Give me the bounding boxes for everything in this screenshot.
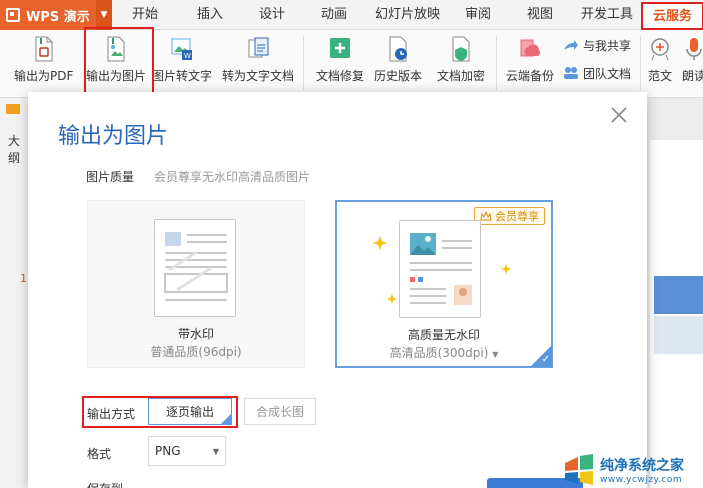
tab-review[interactable]: 审阅 <box>465 0 491 30</box>
dialog-title: 输出为图片 <box>58 124 169 149</box>
tab-insert[interactable]: 插入 <box>197 0 223 30</box>
table-cell <box>654 276 703 314</box>
team-documents-button[interactable]: 团队文档 <box>563 64 631 82</box>
slide-number: 1 <box>20 272 27 285</box>
template-icon <box>651 38 669 61</box>
tab-view[interactable]: 视图 <box>527 0 553 30</box>
watermark-preview-icon <box>154 219 236 317</box>
folder-icon <box>6 104 20 114</box>
vip-badge: 会员尊享 <box>474 207 545 225</box>
export-pdf-button[interactable]: 输出为PDF <box>14 34 73 92</box>
wps-logo-icon <box>6 8 20 22</box>
crown-icon <box>480 211 492 221</box>
export-image-highlight <box>84 27 154 95</box>
image-to-text-button[interactable]: W 图片转文字 <box>152 34 212 92</box>
convert-doc-icon <box>248 37 269 58</box>
svg-text:W: W <box>184 52 191 60</box>
tab-animation[interactable]: 动画 <box>321 0 347 30</box>
tab-cloud-services[interactable]: 云服务 <box>641 2 703 30</box>
app-menu-dropdown-icon[interactable]: ▼ <box>96 0 112 30</box>
convert-to-document-button[interactable]: 转为文字文档 <box>222 34 294 92</box>
menu-tab-bar: WPS 演示 ▼ 开始 插入 设计 动画 幻灯片放映 审阅 视图 开发工具 云服… <box>0 0 703 30</box>
lock-icon <box>452 36 470 62</box>
site-name: 纯净系统之家 <box>600 457 684 474</box>
tab-developer[interactable]: 开发工具 <box>581 0 633 30</box>
microphone-icon <box>686 38 702 60</box>
ribbon-divider <box>640 36 641 90</box>
tab-design[interactable]: 设计 <box>259 0 285 30</box>
slide-canvas[interactable] <box>650 140 703 488</box>
hq-preview-icon <box>399 220 481 318</box>
table-cell <box>654 316 703 354</box>
document-repair-button[interactable]: 文档修复 <box>316 34 364 92</box>
sparkle-icon <box>501 264 511 274</box>
close-icon[interactable] <box>608 104 630 126</box>
quality-hint: 会员尊享无水印高清品质图片 <box>154 170 311 184</box>
document-encrypt-button[interactable]: 文档加密 <box>437 34 485 92</box>
pdf-file-icon <box>35 36 53 62</box>
image-text-icon: W <box>171 38 192 60</box>
version-history-button[interactable]: 历史版本 <box>374 34 422 92</box>
export-image-dialog: 输出为图片 图片质量 会员尊享无水印高清品质图片 带水印 普通品质(96dpi)… <box>28 92 647 488</box>
option-subtitle: 普通品质(96dpi) <box>150 345 242 359</box>
ribbon-divider <box>496 36 497 90</box>
output-mode-highlight <box>82 396 238 428</box>
chevron-down-icon: ▼ <box>212 447 219 456</box>
outline-tab[interactable]: 大纲 <box>8 132 29 166</box>
quality-option-watermark[interactable]: 带水印 普通品质(96dpi) <box>87 200 305 368</box>
site-watermark: 纯净系统之家 www.ycwjzy.com <box>562 451 703 488</box>
templates-button[interactable]: 范文 <box>648 34 672 92</box>
format-label: 格式 <box>87 447 112 461</box>
read-aloud-button[interactable]: 朗读 <box>682 34 703 92</box>
chevron-down-icon[interactable]: ▼ <box>492 350 498 359</box>
selected-check-icon: ✓ <box>530 345 552 367</box>
option-title: 高质量无水印 <box>407 328 480 342</box>
site-logo-icon <box>565 453 593 485</box>
save-to-label: 保存到 <box>87 480 123 488</box>
sparkle-icon <box>387 294 397 304</box>
mode-long-image-option[interactable]: 合成长图 <box>244 398 316 425</box>
quality-option-high[interactable]: 会员尊享 高质量无水印 高清品质(300dpi) ▼ ✓ <box>335 200 553 368</box>
history-icon <box>389 36 407 62</box>
app-menu-button[interactable]: WPS 演示 <box>0 0 96 30</box>
cloud-backup-icon <box>520 39 540 57</box>
sparkle-icon <box>373 236 387 250</box>
format-select[interactable]: PNG ▼ <box>148 436 226 466</box>
site-url: www.ycwjzy.com <box>600 474 683 485</box>
ribbon-divider <box>303 36 304 90</box>
quality-label: 图片质量 <box>86 170 135 184</box>
team-icon <box>564 67 578 79</box>
option-subtitle: 高清品质(300dpi) ▼ <box>389 346 499 360</box>
shared-with-me-button[interactable]: 与我共享 <box>563 36 631 54</box>
tab-slideshow[interactable]: 幻灯片放映 <box>375 0 440 30</box>
option-title: 带水印 <box>177 327 214 341</box>
share-icon <box>564 40 578 50</box>
tab-home[interactable]: 开始 <box>132 0 158 30</box>
app-name: WPS 演示 <box>26 9 90 25</box>
cloud-backup-button[interactable]: 云端备份 <box>506 34 554 92</box>
outline-pane: 大纲 1 <box>0 98 30 488</box>
repair-icon <box>330 38 350 58</box>
